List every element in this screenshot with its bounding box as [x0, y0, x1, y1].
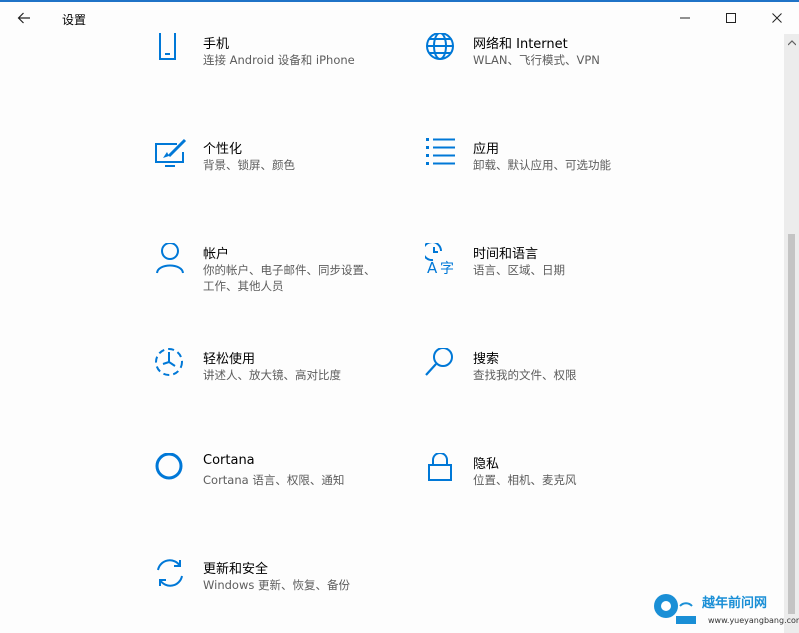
scroll-up-arrow-icon[interactable] [784, 36, 799, 50]
ease-of-access-icon [155, 348, 189, 382]
maximize-button[interactable] [708, 4, 754, 32]
title-bar: 设置 [0, 2, 799, 34]
svg-text:字: 字 [440, 261, 454, 277]
tile-label: 手机 [203, 37, 230, 52]
tile-label: 个性化 [203, 142, 243, 157]
tile-label: Cortana [203, 453, 255, 468]
tile-accounts[interactable]: 帐户 你的帐户、电子邮件、同步设置、工作、其他人员 [155, 243, 405, 303]
tile-label: 网络和 Internet [473, 37, 568, 52]
tile-time-language[interactable]: A 字 时间和语言 语言、区域、日期 [425, 243, 675, 303]
tile-ease-of-access[interactable]: 轻松使用 讲述人、放大镜、高对比度 [155, 348, 405, 408]
tile-network-internet[interactable]: 网络和 Internet WLAN、飞行模式、VPN [425, 33, 675, 93]
tile-phone[interactable]: 手机 连接 Android 设备和 iPhone [155, 33, 405, 93]
tile-label: 更新和安全 [203, 562, 269, 577]
tile-description: 卸载、默认应用、可选功能 [473, 158, 611, 172]
cortana-icon [155, 453, 189, 487]
time-language-icon: A 字 [425, 243, 459, 277]
watermark-text: 越年前问网 [702, 596, 768, 611]
globe-icon [425, 33, 459, 67]
person-icon [155, 243, 189, 277]
tile-cortana[interactable]: Cortana Cortana 语言、权限、通知 [155, 453, 405, 513]
tile-description: 背景、锁屏、颜色 [203, 158, 295, 172]
personalization-icon [155, 138, 189, 172]
close-icon [772, 13, 782, 23]
maximize-icon [726, 13, 736, 23]
tile-description: 查找我的文件、权限 [473, 368, 577, 382]
tile-label: 应用 [473, 142, 500, 157]
update-sync-icon [155, 558, 189, 592]
tile-label: 时间和语言 [473, 247, 539, 262]
svg-text:A: A [427, 259, 438, 277]
tile-description: 连接 Android 设备和 iPhone [203, 53, 355, 67]
tile-description: 讲述人、放大镜、高对比度 [203, 368, 341, 382]
back-arrow-icon [17, 12, 30, 24]
tile-apps[interactable]: 应用 卸载、默认应用、可选功能 [425, 138, 675, 198]
back-button[interactable] [8, 4, 40, 32]
tile-search[interactable]: 搜索 查找我的文件、权限 [425, 348, 675, 408]
search-icon [425, 348, 459, 382]
scrollbar-thumb[interactable] [788, 234, 795, 614]
apps-list-icon [425, 138, 459, 172]
tile-update-security[interactable]: 更新和安全 Windows 更新、恢复、备份 [155, 558, 405, 618]
minimize-icon [680, 17, 690, 19]
minimize-button[interactable] [662, 4, 708, 32]
watermark-url: www.yueyangbang.com [708, 616, 799, 625]
watermark-logo-icon [654, 594, 696, 624]
vertical-scrollbar[interactable] [784, 34, 799, 633]
tile-privacy[interactable]: 隐私 位置、相机、麦克风 [425, 453, 675, 513]
tile-label: 隐私 [473, 457, 500, 472]
site-watermark: 越年前问网 www.yueyangbang.com [652, 588, 799, 630]
phone-icon [155, 33, 189, 67]
tile-description: Windows 更新、恢复、备份 [203, 578, 350, 592]
window-title: 设置 [62, 13, 87, 27]
tile-description: WLAN、飞行模式、VPN [473, 53, 600, 67]
tile-description: 你的帐户、电子邮件、同步设置、工作、其他人员 [203, 263, 376, 293]
tile-description: 位置、相机、麦克风 [473, 473, 577, 487]
tile-label: 帐户 [203, 247, 230, 262]
tile-personalization[interactable]: 个性化 背景、锁屏、颜色 [155, 138, 405, 198]
tile-label: 搜索 [473, 352, 500, 367]
tile-label: 轻松使用 [203, 352, 256, 367]
close-button[interactable] [754, 4, 799, 32]
tile-description: Cortana 语言、权限、通知 [203, 473, 345, 487]
tile-description: 语言、区域、日期 [473, 263, 565, 277]
lock-icon [425, 453, 459, 487]
